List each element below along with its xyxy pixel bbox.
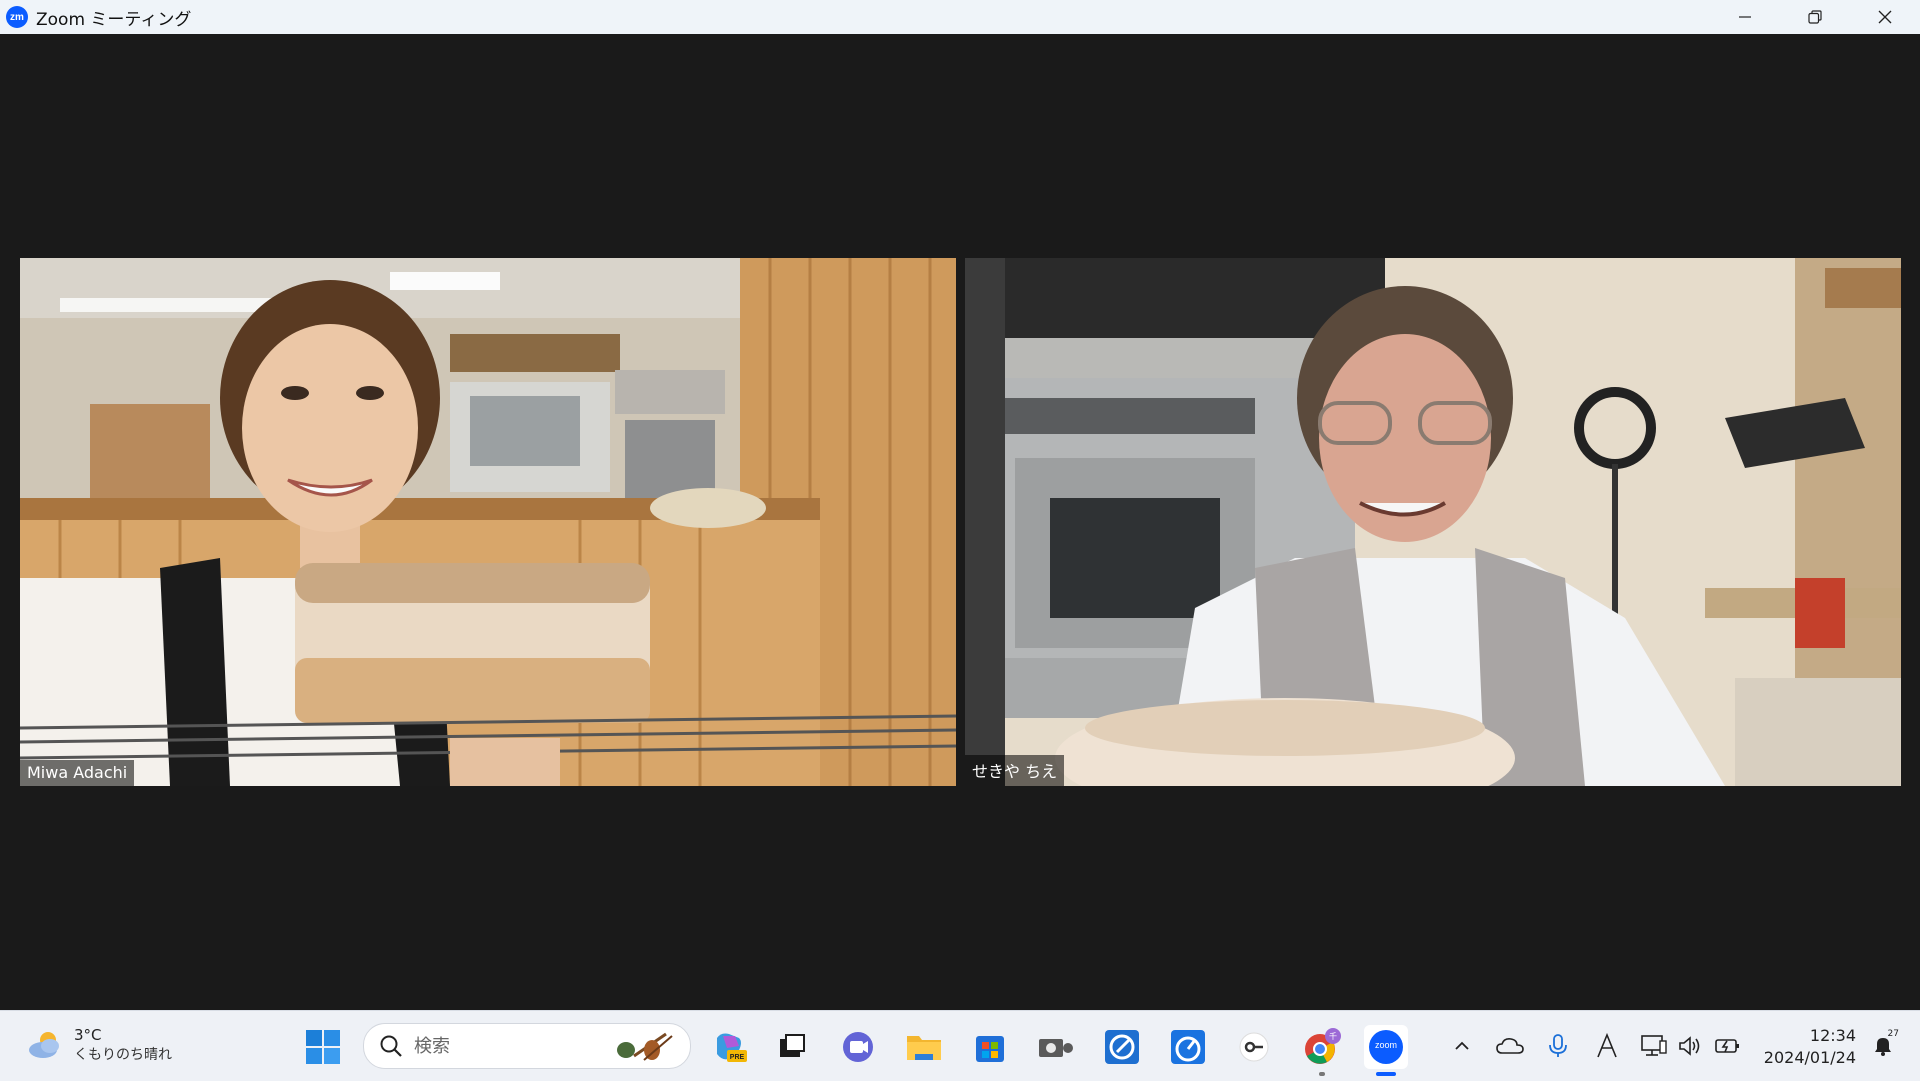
folder-icon [907,1036,941,1060]
taskbar-app-camera[interactable] [1034,1025,1078,1069]
teams-chat-icon [843,1032,873,1062]
taskbar-app-blue-2[interactable] [1166,1025,1210,1069]
windows-logo-icon [306,1030,340,1064]
taskbar-app-task-view[interactable] [770,1025,814,1069]
app-blue-icon [1105,1030,1139,1064]
active-indicator [1376,1072,1396,1076]
close-button[interactable] [1850,0,1920,34]
start-button[interactable] [304,1028,342,1066]
search-icon [380,1035,402,1057]
meeting-gallery: Miwa Adachi せきや ちえ [0,34,1920,1010]
svg-text:PRE: PRE [730,1054,745,1061]
taskbar-app-chat[interactable] [836,1025,880,1069]
app-dial-icon [1171,1030,1205,1064]
taskbar-app-zoom[interactable]: zoom [1364,1025,1408,1076]
close-icon [1878,10,1892,24]
participant-video-feed [20,258,956,786]
clock-time: 12:34 [1809,1026,1856,1045]
clock-date: 2024/01/24 [1763,1048,1856,1067]
show-hidden-icons-button[interactable] [1447,1031,1477,1061]
zoom-logo-icon: zm [6,6,28,28]
minimize-button[interactable] [1710,0,1780,34]
search-bar[interactable] [363,1023,691,1069]
key-icon [1239,1032,1269,1062]
network-icon [1641,1035,1667,1056]
window-title: Zoom ミーティング [36,9,192,30]
running-indicator [1319,1072,1325,1076]
copilot-pre-icon: PRE [717,1033,747,1062]
taskbar-app-blue-1[interactable] [1100,1025,1144,1069]
volume-button[interactable] [1675,1031,1705,1061]
weather-description: くもりのち晴れ [74,1047,172,1063]
title-bar: zm Zoom ミーティング [0,0,1920,34]
zoom-app-label: zoom [1374,1040,1397,1050]
taskbar-app-file-explorer[interactable] [902,1025,946,1069]
taskbar-app-store[interactable] [968,1025,1012,1069]
restore-button[interactable] [1780,0,1850,34]
battery-button[interactable] [1713,1031,1743,1061]
windows-taskbar: 3°C くもりのち晴れ PRE [0,1010,1920,1081]
camera-icon [1039,1039,1073,1057]
notification-center-button[interactable]: 27 [1868,1029,1900,1061]
taskbar-app-copilot[interactable]: PRE [706,1025,750,1069]
microsoft-store-icon [976,1036,1004,1062]
system-clock[interactable]: 12:34 2024/01/24 [1760,1025,1856,1069]
search-highlight-violin-icon [617,1032,673,1061]
taskbar-app-chrome[interactable]: 千 [1300,1025,1344,1076]
battery-charging-icon [1715,1039,1739,1053]
network-button[interactable] [1639,1031,1669,1061]
participant-name-label: Miwa Adachi [20,760,135,786]
svg-text:千: 千 [1329,1031,1337,1041]
search-input[interactable] [412,1034,606,1058]
participant-video-feed [965,258,1901,786]
participant-video-tile[interactable]: せきや ちえ [965,258,1901,786]
chevron-up-icon [1455,1041,1469,1050]
cloud-icon [1496,1038,1524,1054]
onedrive-button[interactable] [1495,1031,1525,1061]
microphone-icon [1549,1034,1567,1057]
restore-icon [1808,10,1822,24]
ime-letter-a-icon [1597,1033,1617,1058]
chrome-icon: 千 [1305,1028,1341,1064]
notification-count-badge: 27 [1886,1029,1900,1039]
weather-temperature: 3°C [74,1026,102,1044]
participant-name-label: せきや ちえ [965,755,1065,786]
speaker-icon [1679,1036,1700,1056]
microphone-button[interactable] [1543,1031,1573,1061]
task-view-icon [780,1034,805,1057]
participant-video-tile[interactable]: Miwa Adachi [20,258,956,786]
partly-cloudy-icon [29,1032,59,1058]
taskbar-app-key[interactable] [1232,1025,1276,1069]
weather-widget[interactable]: 3°C くもりのち晴れ [26,1025,172,1065]
window-controls [1710,0,1920,34]
ime-mode-button[interactable] [1592,1031,1622,1061]
minimize-icon [1739,16,1751,18]
